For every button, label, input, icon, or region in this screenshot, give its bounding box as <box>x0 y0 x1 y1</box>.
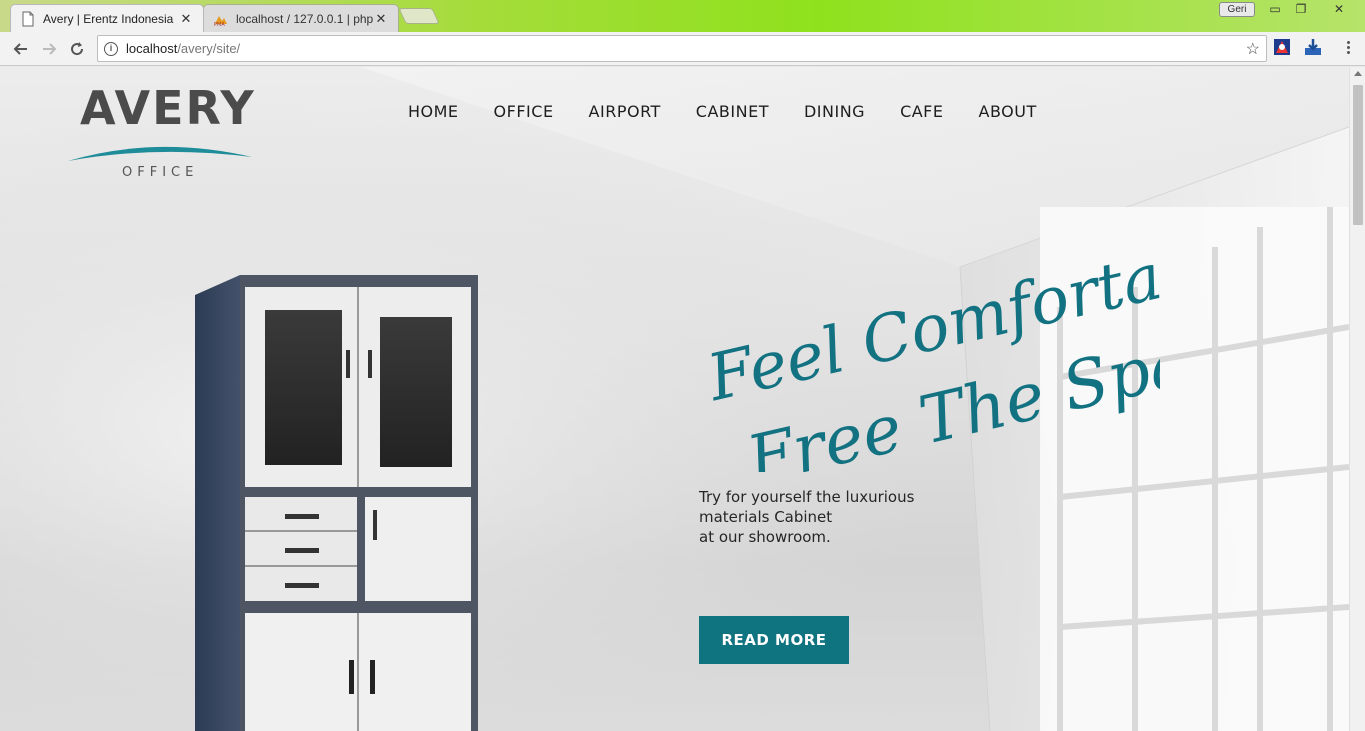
scrollbar-thumb[interactable] <box>1353 85 1363 225</box>
extension-icon[interactable] <box>1272 37 1292 57</box>
cabinet-image <box>195 275 478 731</box>
profile-button[interactable]: Geri <box>1219 2 1255 17</box>
url-path: /avery/site/ <box>177 41 241 56</box>
new-tab-button[interactable] <box>398 8 440 24</box>
menu-icon[interactable] <box>1338 37 1358 57</box>
url-host: localhost <box>126 41 178 56</box>
address-bar[interactable]: i localhost/avery/site/ ☆ <box>97 35 1267 62</box>
browser-toolbar: i localhost/avery/site/ ☆ <box>0 32 1365 66</box>
description-line: Try for yourself the luxurious <box>699 488 915 506</box>
tab-label: localhost / 127.0.0.1 | php <box>236 11 374 26</box>
phpmyadmin-icon: PMA <box>214 15 227 27</box>
back-button[interactable] <box>9 37 33 61</box>
nav-home[interactable]: HOME <box>408 102 459 121</box>
forward-arrow-icon <box>43 43 57 55</box>
nav-about[interactable]: ABOUT <box>979 102 1037 121</box>
nav-airport[interactable]: AIRPORT <box>589 102 661 121</box>
nav-cafe[interactable]: CAFE <box>900 102 943 121</box>
close-icon[interactable]: ✕ <box>374 11 388 27</box>
nav-office[interactable]: OFFICE <box>494 102 554 121</box>
read-more-button[interactable]: READ MORE <box>699 616 849 664</box>
description-line: at our showroom. <box>699 528 831 546</box>
scroll-up-arrow-icon[interactable] <box>1354 71 1362 76</box>
tab-avery[interactable]: Avery | Erentz Indonesia ✕ <box>10 4 204 32</box>
reload-icon <box>71 42 84 56</box>
logo-subtitle: OFFICE <box>122 165 199 180</box>
page-viewport: AVERY OFFICE HOME OFFICE AIRPORT CABINET… <box>0 67 1349 731</box>
bookmark-star-icon[interactable]: ☆ <box>1246 39 1260 59</box>
logo-swoosh-icon <box>68 146 252 161</box>
restore-icon[interactable]: ❐ <box>1288 0 1314 18</box>
tab-phpmyadmin[interactable]: PMA localhost / 127.0.0.1 | php ✕ <box>203 4 399 32</box>
browser-titlebar: Avery | Erentz Indonesia ✕ PMA localhost… <box>0 0 1365 32</box>
download-extension-icon[interactable] <box>1303 37 1323 57</box>
reload-button[interactable] <box>65 37 89 61</box>
description-line: materials Cabinet <box>699 508 833 526</box>
close-icon[interactable]: ✕ <box>179 11 193 27</box>
minimize-icon[interactable]: ▭ <box>1262 0 1288 18</box>
nav-dining[interactable]: DINING <box>804 102 865 121</box>
info-icon[interactable]: i <box>104 41 118 56</box>
main-nav: HOME OFFICE AIRPORT CABINET DINING CAFE … <box>390 102 1072 121</box>
nav-cabinet[interactable]: CABINET <box>696 102 769 121</box>
logo-title: AVERY <box>80 81 256 135</box>
svg-text:PMA: PMA <box>214 22 225 27</box>
tab-label: Avery | Erentz Indonesia <box>43 11 174 26</box>
page-icon <box>22 11 34 26</box>
back-arrow-icon <box>13 43 27 55</box>
hero-description: Try for yourself the luxurious materials… <box>699 487 959 547</box>
close-window-icon[interactable]: ✕ <box>1326 0 1352 18</box>
forward-button[interactable] <box>37 37 61 61</box>
page-scrollbar[interactable] <box>1349 67 1365 731</box>
avery-logo[interactable]: AVERY OFFICE <box>66 81 256 181</box>
hero-tagline: Feel Comfortable ! Free The Space <box>700 242 1160 472</box>
